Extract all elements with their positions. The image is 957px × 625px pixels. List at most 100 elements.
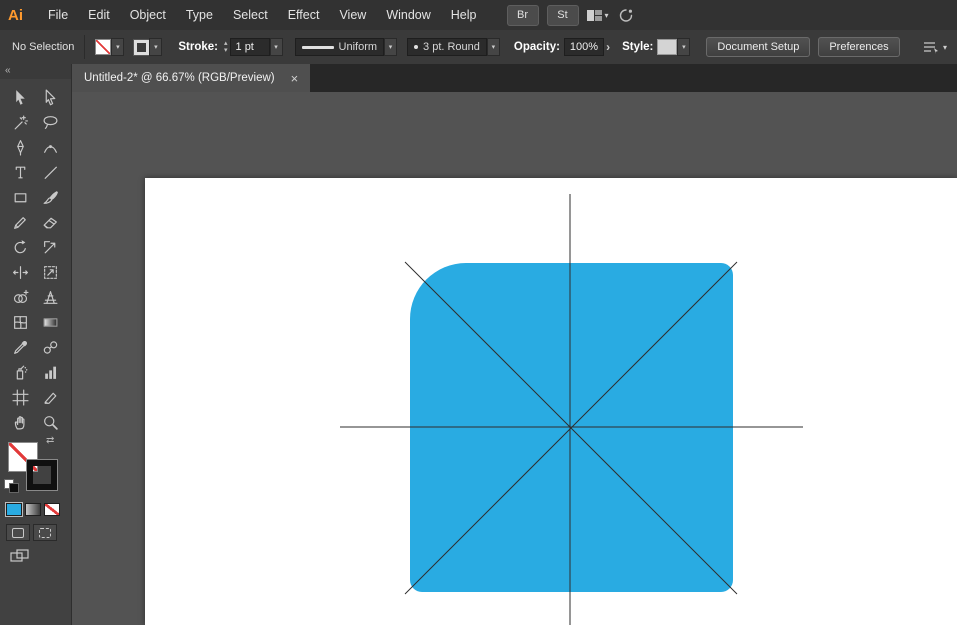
none-mode-button[interactable] [44,503,60,516]
pencil-icon [13,217,26,229]
direct-selection-icon [45,89,56,106]
column-graph-tool[interactable] [36,360,67,385]
gradient-icon [43,318,58,327]
direct-selection-tool[interactable] [36,85,67,110]
brush-definition-dropdown[interactable]: 3 pt. Round ▾ [407,38,500,56]
menu-select[interactable]: Select [223,0,278,30]
tools-grid [0,79,71,435]
perspective-grid-tool[interactable] [36,285,67,310]
width-profile-dropdown[interactable]: Uniform ▾ [294,38,398,56]
close-icon[interactable]: × [291,71,299,86]
brush-definition-value: 3 pt. Round [423,41,480,53]
perspective-grid-icon [43,291,58,304]
paint-mode-row [0,499,71,516]
eyedropper-tool[interactable] [5,335,36,360]
document-tab[interactable]: Untitled-2* @ 66.67% (RGB/Preview) × [72,64,311,92]
slice-icon [44,392,57,404]
rectangle-icon [14,193,27,203]
stock-button[interactable]: St [546,4,579,26]
symbol-sprayer-tool[interactable] [5,360,36,385]
blend-icon [44,341,58,354]
gradient-mode-button[interactable] [25,503,41,516]
pencil-tool[interactable] [5,210,36,235]
curvature-tool[interactable] [36,135,67,160]
type-tool[interactable] [5,160,36,185]
opacity-value[interactable]: 100% [563,38,605,56]
document-tab-bar: Untitled-2* @ 66.67% (RGB/Preview) × [72,64,957,92]
width-tool[interactable] [5,260,36,285]
artboard-tool[interactable] [5,385,36,410]
stroke-color-dropdown[interactable]: ▾ [133,38,163,56]
zoom-icon [44,416,58,430]
rectangle-tool[interactable] [5,185,36,210]
style-swatch-icon [657,39,678,55]
paintbrush-tool[interactable] [36,185,67,210]
magic-wand-tool[interactable] [5,110,36,135]
rounded-square-shape[interactable] [410,263,733,592]
menu-help[interactable]: Help [441,0,487,30]
change-screen-mode-button[interactable] [10,549,30,563]
hand-tool[interactable] [5,410,36,435]
mesh-icon [13,316,27,329]
menu-file[interactable]: File [38,0,78,30]
bridge-button[interactable]: Br [506,4,539,26]
menu-object[interactable]: Object [120,0,176,30]
scale-tool[interactable] [36,235,67,260]
symbol-sprayer-icon [16,365,28,380]
document-setup-button[interactable]: Document Setup [706,37,811,57]
fill-color-dropdown[interactable]: ▾ [95,38,125,56]
swap-fill-stroke-icon[interactable]: ⇄ [46,435,54,446]
menu-view[interactable]: View [329,0,376,30]
stroke-weight-stepper[interactable]: ▴ ▾ [224,40,228,54]
screen-mode-row [0,541,71,566]
separator [84,35,86,59]
eraser-tool[interactable] [36,210,67,235]
chevron-down-icon: ▾ [269,38,283,56]
draw-normal-mode-button[interactable] [6,524,30,541]
menu-bar: Ai File Edit Object Type Select Effect View Win… [0,0,957,31]
fill-stroke-indicator: ⇄ [0,435,71,499]
graphic-style-dropdown[interactable]: ▾ [657,38,691,56]
stroke-weight-value[interactable]: 1 pt [229,38,270,56]
preferences-button[interactable]: Preferences [818,37,900,57]
default-fill-stroke-icon[interactable] [4,479,20,493]
blend-tool[interactable] [36,335,67,360]
workspace-switcher[interactable]: ▾ [586,9,609,21]
illustrator-window: Ai File Edit Object Type Select Effect View Win… [0,0,957,625]
free-transform-tool[interactable] [36,260,67,285]
menu-window[interactable]: Window [376,0,440,30]
mesh-tool[interactable] [5,310,36,335]
menu-type[interactable]: Type [176,0,223,30]
gradient-tool[interactable] [36,310,67,335]
artboard-icon [12,389,29,406]
pen-icon [16,140,24,156]
rotate-tool[interactable] [5,235,36,260]
lasso-tool[interactable] [36,110,67,135]
menu-effect[interactable]: Effect [278,0,330,30]
slice-tool[interactable] [36,385,67,410]
collapse-panel-icon[interactable]: « [0,64,71,79]
line-segment-tool[interactable] [36,160,67,185]
color-mode-button[interactable] [6,503,22,516]
chevron-down-icon: ▾ [384,38,398,56]
column-graph-icon [45,366,57,379]
canvas-area[interactable] [72,92,957,625]
chevron-down-icon: ▾ [149,38,163,56]
shape-builder-tool[interactable] [5,285,36,310]
menu-edit[interactable]: Edit [78,0,120,30]
free-transform-icon [44,266,58,279]
draw-behind-mode-button[interactable] [33,524,57,541]
zoom-tool[interactable] [36,410,67,435]
magic-wand-icon [14,115,28,130]
paintbrush-icon [43,191,59,204]
width-profile-value: Uniform [338,41,378,53]
opacity-dropdown[interactable]: 100% › [563,38,610,56]
stroke-weight-dropdown[interactable]: 1 pt ▾ [229,38,283,56]
pen-tool[interactable] [5,135,36,160]
stroke-swatch-icon [133,38,151,56]
selection-tool[interactable] [5,85,36,110]
sync-icon[interactable] [617,6,635,24]
stroke-swatch-indicator[interactable] [26,459,58,491]
arrange-documents-dropdown[interactable]: ▾ [922,40,947,54]
width-icon [12,266,28,279]
